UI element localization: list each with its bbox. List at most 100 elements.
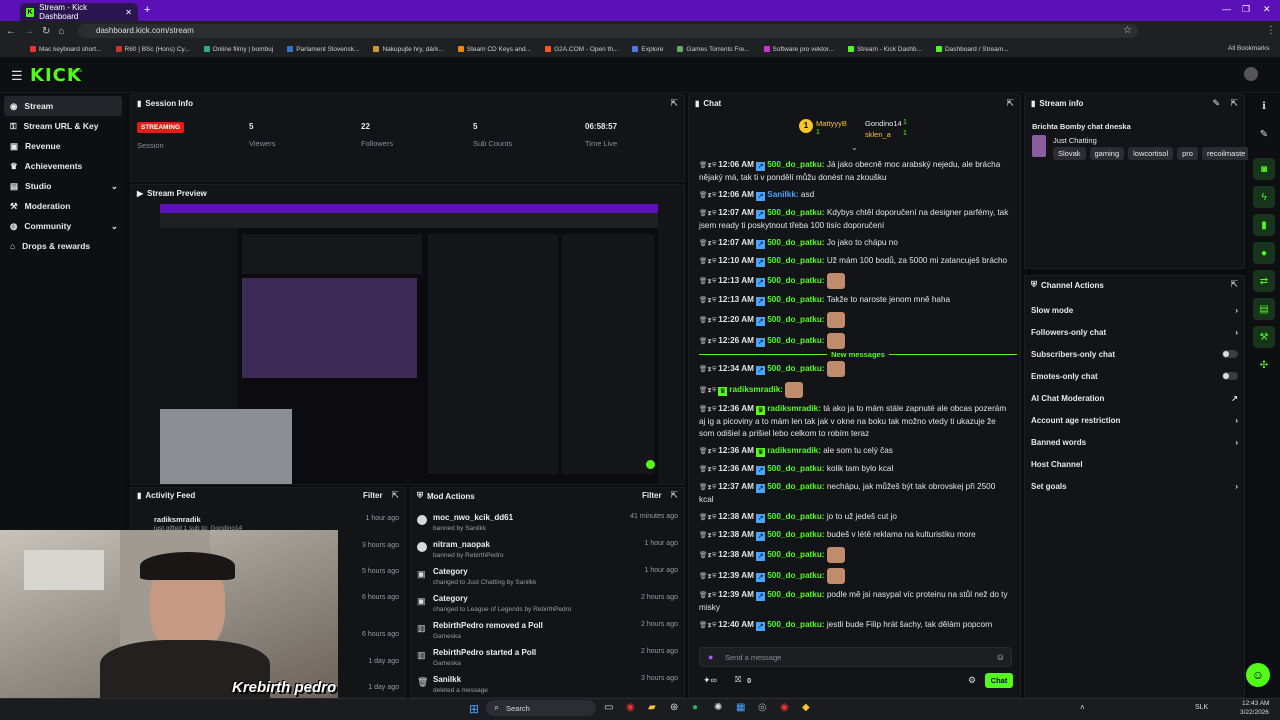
sidebar-item-studio[interactable]: ▤ Studio ⌄ [0, 176, 126, 196]
mod-tools-icon[interactable]: 🗑⧗⛨ [699, 573, 718, 580]
info-rail-icon[interactable]: ℹ [1253, 95, 1275, 117]
browser-tab[interactable]: K Stream - Kick Dashboard ✕ [20, 3, 138, 21]
emoji-icon[interactable]: ☺ [996, 652, 1005, 662]
openai-icon[interactable]: ✺ [714, 702, 722, 713]
clock-date[interactable]: 3/22/2026 [1240, 709, 1269, 716]
bookmark-item[interactable]: Stream - Kick Dashb... [847, 46, 922, 53]
sidebar-item-drops[interactable]: ⌂ Drops & rewards [0, 236, 126, 256]
mod-tools-icon[interactable]: 🗑⧗⛨ [699, 406, 718, 413]
clip-rail-icon[interactable]: ▮ [1253, 214, 1275, 236]
mod-tools-icon[interactable]: 🗑⧗⛨ [699, 210, 718, 217]
edit-rail-icon[interactable]: ✎ [1253, 123, 1275, 145]
chat-username[interactable]: 500_do_patku: [767, 620, 824, 629]
points-icon[interactable]: ✦∞ [703, 675, 717, 686]
mod-tools-icon[interactable]: 🗑⧗⛨ [699, 366, 718, 373]
chat-username[interactable]: 500_do_patku: [767, 336, 824, 345]
mod-tools-icon[interactable]: 🗑⧗⛨ [699, 484, 718, 491]
top-gifter[interactable]: Gondino14 [865, 119, 902, 128]
host-channel-action[interactable]: Host Channel [1025, 453, 1244, 475]
close-window-icon[interactable]: ✕ [1263, 4, 1271, 15]
sidebar-item-stream[interactable]: ◉ Stream [4, 96, 122, 116]
mod-tools-icon[interactable]: 🗑⧗⛨ [699, 448, 718, 455]
top-gifter[interactable]: sklen_a [865, 130, 891, 139]
all-bookmarks[interactable]: All Bookmarks [1228, 45, 1270, 52]
top-gifter[interactable]: MattyyyB [816, 119, 847, 128]
folder-icon[interactable]: ▰ [648, 702, 656, 713]
chat-username[interactable]: radiksmradik: [729, 385, 783, 394]
maximize-icon[interactable]: ❐ [1242, 4, 1250, 15]
chat-username[interactable]: 500_do_patku: [767, 315, 824, 324]
bookmark-item[interactable]: R60 | BSc (Hons) Cy... [115, 46, 190, 53]
sidebar-item-revenue[interactable]: ▣ Revenue [0, 136, 126, 156]
mod-tools-icon[interactable]: 🗑⧗⛨ [699, 192, 718, 199]
poll-rail-icon[interactable]: ▤ [1253, 298, 1275, 320]
chat-username[interactable]: 500_do_patku: [767, 364, 824, 373]
filter-button[interactable]: Filter [363, 491, 383, 500]
spotify-icon[interactable]: ● [692, 702, 698, 713]
bookmark-item[interactable]: Parlament Slovensk... [287, 46, 359, 53]
new-tab-icon[interactable]: + [144, 4, 150, 16]
ai-moderation-action[interactable]: AI Chat Moderation ↗ [1025, 387, 1244, 409]
chrome-icon[interactable]: ◉ [626, 702, 635, 713]
close-tab-icon[interactable]: ✕ [125, 8, 132, 17]
slow-mode-action[interactable]: Slow mode › [1025, 299, 1244, 321]
app-icon[interactable]: ⊛ [670, 702, 678, 713]
sidebar-item-moderation[interactable]: ⚒ Moderation [0, 196, 126, 216]
mod-tools-icon[interactable]: 🗑⧗⛨ [699, 592, 718, 599]
obs-icon[interactable]: ◎ [758, 702, 767, 713]
mod-tools-icon[interactable]: 🗑⧗⛨ [699, 258, 718, 265]
subscribers-only-action[interactable]: Subscribers-only chat [1025, 343, 1244, 365]
reload-icon[interactable]: ↻ [42, 26, 50, 37]
bookmark-item[interactable]: Online filmy | bombuj [203, 46, 273, 53]
chat-username[interactable]: 500_do_patku: [767, 530, 824, 539]
app-icon[interactable]: ◆ [802, 702, 810, 713]
banned-words-action[interactable]: Banned words › [1025, 431, 1244, 453]
set-goals-action[interactable]: Set goals › [1025, 475, 1244, 497]
language-indicator[interactable]: SLK [1195, 704, 1208, 711]
popout-icon[interactable]: ⇱ [1230, 98, 1238, 109]
chat-username[interactable]: radiksmradik: [767, 404, 821, 413]
mod-tools-icon[interactable]: 🗑⧗⛨ [699, 532, 718, 539]
chat-username[interactable]: 500_do_patku: [767, 512, 824, 521]
hammer-rail-icon[interactable]: ⚒ [1253, 326, 1275, 348]
raid-rail-icon[interactable]: ⇄ [1253, 270, 1275, 292]
category-name[interactable]: Just Chatting [1053, 136, 1097, 145]
chat-username[interactable]: 500_do_patku: [767, 208, 824, 217]
forward-icon[interactable]: → [24, 26, 34, 37]
stream-video[interactable] [160, 204, 658, 484]
account-age-action[interactable]: Account age restriction › [1025, 409, 1244, 431]
mod-tools-icon[interactable]: 🗑⧗⛨ [699, 317, 718, 324]
chat-username[interactable]: 500_do_patku: [767, 590, 824, 599]
chat-username[interactable]: 500_do_patku: [767, 571, 824, 580]
activity-user[interactable]: radiksmradik [154, 515, 201, 524]
gear-icon[interactable]: ⚙ [968, 675, 976, 686]
gift-icon[interactable]: ⛝ [735, 675, 741, 685]
followers-only-action[interactable]: Followers-only chat › [1025, 321, 1244, 343]
bookmark-item[interactable]: Explore [632, 46, 663, 53]
minimize-icon[interactable]: — [1222, 4, 1231, 14]
home-icon[interactable]: ⌂ [58, 26, 64, 37]
store-icon[interactable]: ▦ [736, 702, 745, 713]
chrome-icon[interactable]: ◉ [780, 702, 789, 713]
tray-arrow-icon[interactable]: ˄ [1080, 703, 1085, 712]
pencil-icon[interactable]: ✎ [1212, 98, 1220, 109]
avatar[interactable] [1244, 67, 1258, 81]
bookmark-item[interactable]: Dashboard / Stream... [935, 46, 1009, 53]
bookmark-item[interactable]: Mac keyboard short... [30, 46, 102, 53]
windows-start-icon[interactable]: ⊞ [469, 702, 479, 716]
chat-username[interactable]: 500_do_patku: [767, 482, 824, 491]
emotes-only-toggle[interactable] [1222, 372, 1238, 380]
bookmark-item[interactable]: Steam CD Keys and... [457, 46, 531, 53]
url-field[interactable]: dashboard.kick.com/stream [78, 24, 1138, 38]
emotes-only-action[interactable]: Emotes-only chat [1025, 365, 1244, 387]
bookmark-star-icon[interactable]: ☆ [1123, 25, 1132, 36]
chat-username[interactable]: 500_do_patku: [767, 550, 824, 559]
mod-tools-icon[interactable]: 🗑⧗⛨ [699, 552, 718, 559]
mic-icon[interactable]: ● [708, 652, 713, 662]
hamburger-menu-icon[interactable]: ☰ [11, 68, 23, 84]
mod-tools-icon[interactable]: 🗑⧗⛨ [699, 622, 718, 629]
task-view-icon[interactable]: ▭ [604, 702, 613, 713]
popout-icon[interactable]: ⇱ [670, 490, 678, 501]
mod-tools-icon[interactable]: 🗑⧗⛨ [699, 514, 718, 521]
bookmark-item[interactable]: G2A.COM - Open th... [545, 46, 618, 53]
